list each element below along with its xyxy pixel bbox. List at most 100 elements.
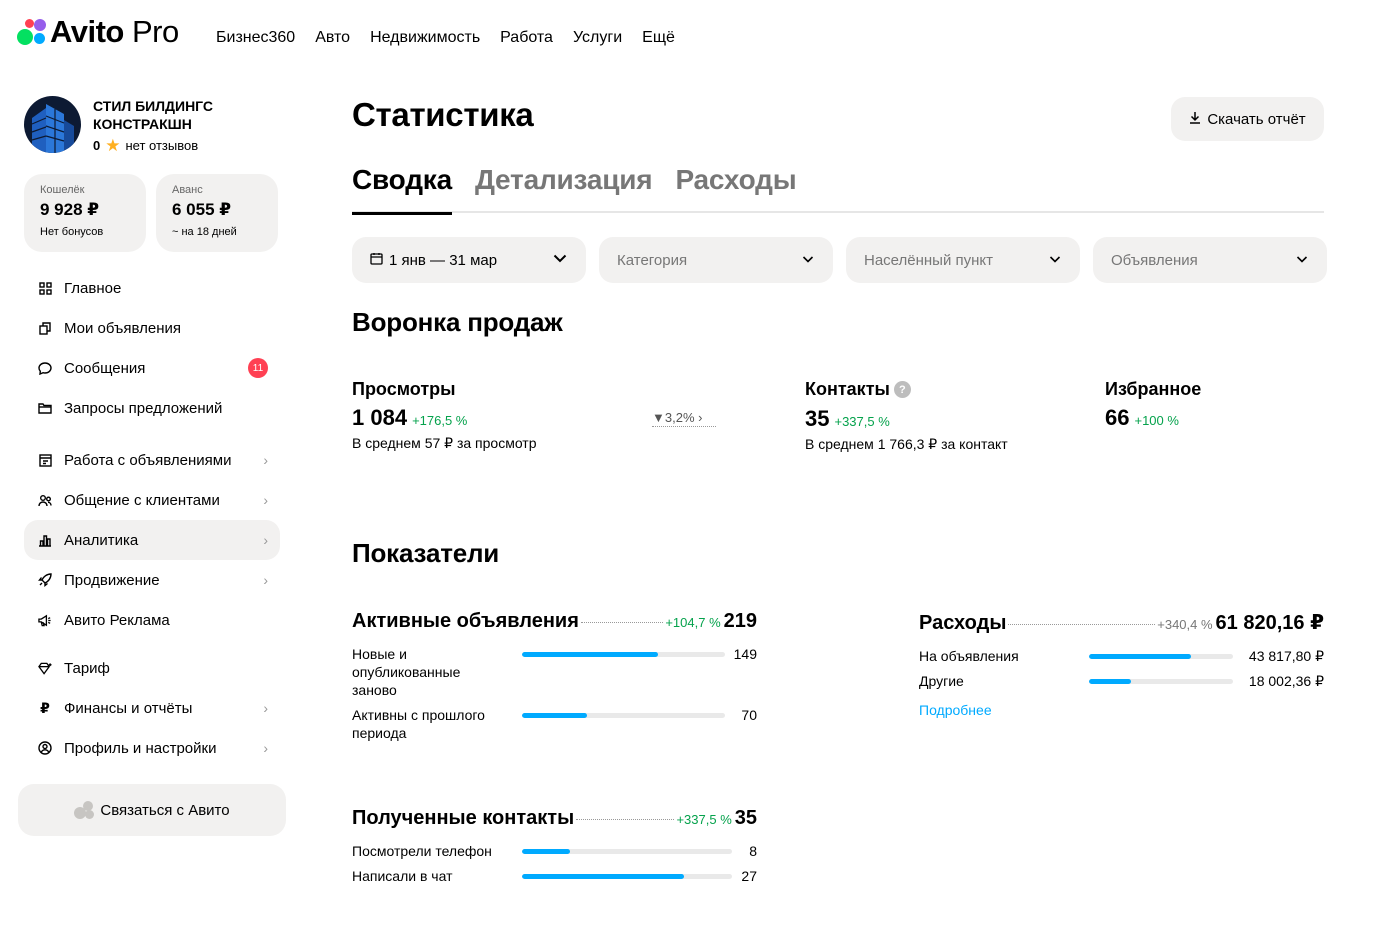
unread-badge: 11 [248,358,268,378]
contacts-note: В среднем 1 766,3 ₽ за контакт [805,436,1008,452]
received-contacts-title: Полученные контакты [352,807,575,829]
top-navigation: Бизнес360 Авто Недвижимость Работа Услуг… [216,28,695,48]
folder-icon [38,401,52,415]
progress-bar [522,874,732,879]
expenses-details-link[interactable]: Подробнее [919,702,1324,718]
nav-more[interactable]: Ещё [642,28,675,48]
filter-funnel-icon: ▼ [652,410,665,425]
active-ads-block: Активные объявления +104,7 % 219 Новые и… [352,610,757,742]
indicators-title: Показатели [352,538,500,568]
active-ads-total: 219 [723,610,757,632]
category-select[interactable]: Категория [599,237,833,283]
sidebar-item-avito-ads[interactable]: Авито Реклама [24,600,280,640]
logo-text: Avito Pro [50,14,179,49]
sidebar-item-label: Финансы и отчёты [64,699,193,717]
favorites-name: Избранное [1105,379,1202,399]
company-card[interactable]: СТИЛ БИЛДИНГС КОНСТРАКШН 0 ★ нет отзывов [24,96,253,155]
tab-details[interactable]: Детализация [475,164,653,213]
sidebar-item-tariff[interactable]: Тариф [24,648,280,688]
row-label: Написали в чат [352,868,453,884]
contacts-value: 35 [805,406,830,431]
funnel-title: Воронка продаж [352,307,563,337]
date-range-select[interactable]: 1 янв — 31 мар [352,237,586,283]
help-icon[interactable]: ? [893,381,911,398]
expenses-total: 61 820,16 ₽ [1215,612,1324,634]
active-ads-row: Новые и опубликованные заново 149 [352,645,757,699]
chevron-down-icon [1295,252,1309,270]
row-value: 70 [741,707,757,723]
sidebar-item-label: Сообщения [64,359,146,377]
active-ads-delta: +104,7 % [665,615,721,630]
favorites-delta: +100 % [1134,413,1179,428]
date-range-value: 1 янв — 31 мар [389,251,498,269]
ads-placeholder: Объявления [1111,251,1198,269]
contact-avito-label: Связаться с Авито [100,801,230,819]
nav-realty[interactable]: Недвижимость [370,28,480,48]
star-icon: ★ [105,135,121,155]
download-report-button[interactable]: Скачать отчёт [1171,97,1324,141]
nav-jobs[interactable]: Работа [500,28,553,48]
expenses-delta: +340,4 % [1157,617,1213,632]
sidebar-item-label: Работа с объявлениями [64,451,232,469]
sidebar-item-label: Авито Реклама [64,611,170,629]
contacts-name: Контакты [805,379,890,399]
city-select[interactable]: Населённый пункт [846,237,1080,283]
contact-avito-button[interactable]: Связаться с Авито [18,784,286,836]
sidebar-item-promotion[interactable]: Продвижение › [24,560,280,600]
received-contacts-total: 35 [734,807,757,829]
nav-services[interactable]: Услуги [573,28,622,48]
sidebar-item-clients[interactable]: Общение с клиентами › [24,480,280,520]
nav-business360[interactable]: Бизнес360 [216,28,295,48]
chevron-right-icon: › [263,452,268,468]
sidebar-item-ads[interactable]: Мои объявления [24,308,280,348]
sidebar-item-analytics[interactable]: Аналитика › [24,520,280,560]
company-rating[interactable]: 0 ★ нет отзывов [93,135,253,155]
chevron-right-icon: › [263,492,268,508]
sidebar-item-work-ads[interactable]: Работа с объявлениями › [24,440,280,480]
progress-bar [522,849,732,854]
chat-bubble-icon [38,361,52,375]
reviews-count: нет отзывов [125,138,199,153]
nav-auto[interactable]: Авто [315,28,350,48]
tab-summary[interactable]: Сводка [352,164,452,215]
advance-card[interactable]: Аванс 6 055 ₽ ~ на 18 дней [156,174,278,252]
chevron-right-icon: › [698,410,703,425]
wallet-card[interactable]: Кошелёк 9 928 ₽ Нет бонусов [24,174,146,252]
avito-pro-logo[interactable]: Avito Pro [17,14,179,49]
sidebar-item-label: Главное [64,279,122,297]
views-metric: Просмотры 1 084 +176,5 % В среднем 57 ₽ … [352,379,537,452]
ads-select[interactable]: Объявления [1093,237,1327,283]
conversion-rate[interactable]: ▼3,2% › [652,410,716,427]
sidebar-item-messages[interactable]: Сообщения 11 [24,348,280,388]
sidebar-item-requests[interactable]: Запросы предложений [24,388,280,428]
company-name: СТИЛ БИЛДИНГС КОНСТРАКШН [93,98,214,132]
chevron-down-icon [552,250,568,270]
sidebar-item-finance[interactable]: ₽ Финансы и отчёты › [24,688,280,728]
views-value: 1 084 [352,405,408,430]
sidebar-item-label: Тариф [64,659,110,677]
favorites-value: 66 [1105,405,1130,430]
chevron-right-icon: › [263,532,268,548]
advance-label: Аванс [172,184,203,196]
stats-tabs: Сводка Детализация Расходы [352,164,1324,215]
favorites-metric: Избранное 66 +100 % [1105,379,1201,431]
sidebar-item-label: Общение с клиентами [64,491,220,509]
avito-logo-icon [17,17,47,47]
balances: Кошелёк 9 928 ₽ Нет бонусов Аванс 6 055 … [24,174,278,252]
advance-value: 6 055 ₽ [172,200,232,219]
wallet-bonus: Нет бонусов [40,226,104,238]
sidebar-item-label: Мои объявления [64,319,181,337]
user-circle-icon [38,741,52,755]
sidebar-item-main[interactable]: Главное [24,268,280,308]
contacts-row: Посмотрели телефон 8 [352,842,757,860]
support-bubbles-icon [74,801,96,819]
download-icon [1189,111,1201,127]
row-label: Активны с прошлого периода [352,707,485,741]
city-placeholder: Населённый пункт [864,251,994,269]
advance-days: ~ на 18 дней [172,226,237,238]
tab-expenses[interactable]: Расходы [675,164,796,213]
sidebar-item-label: Запросы предложений [64,399,223,417]
sidebar-item-profile[interactable]: Профиль и настройки › [24,728,280,768]
bar-chart-icon [38,533,52,547]
chevron-right-icon: › [263,740,268,756]
